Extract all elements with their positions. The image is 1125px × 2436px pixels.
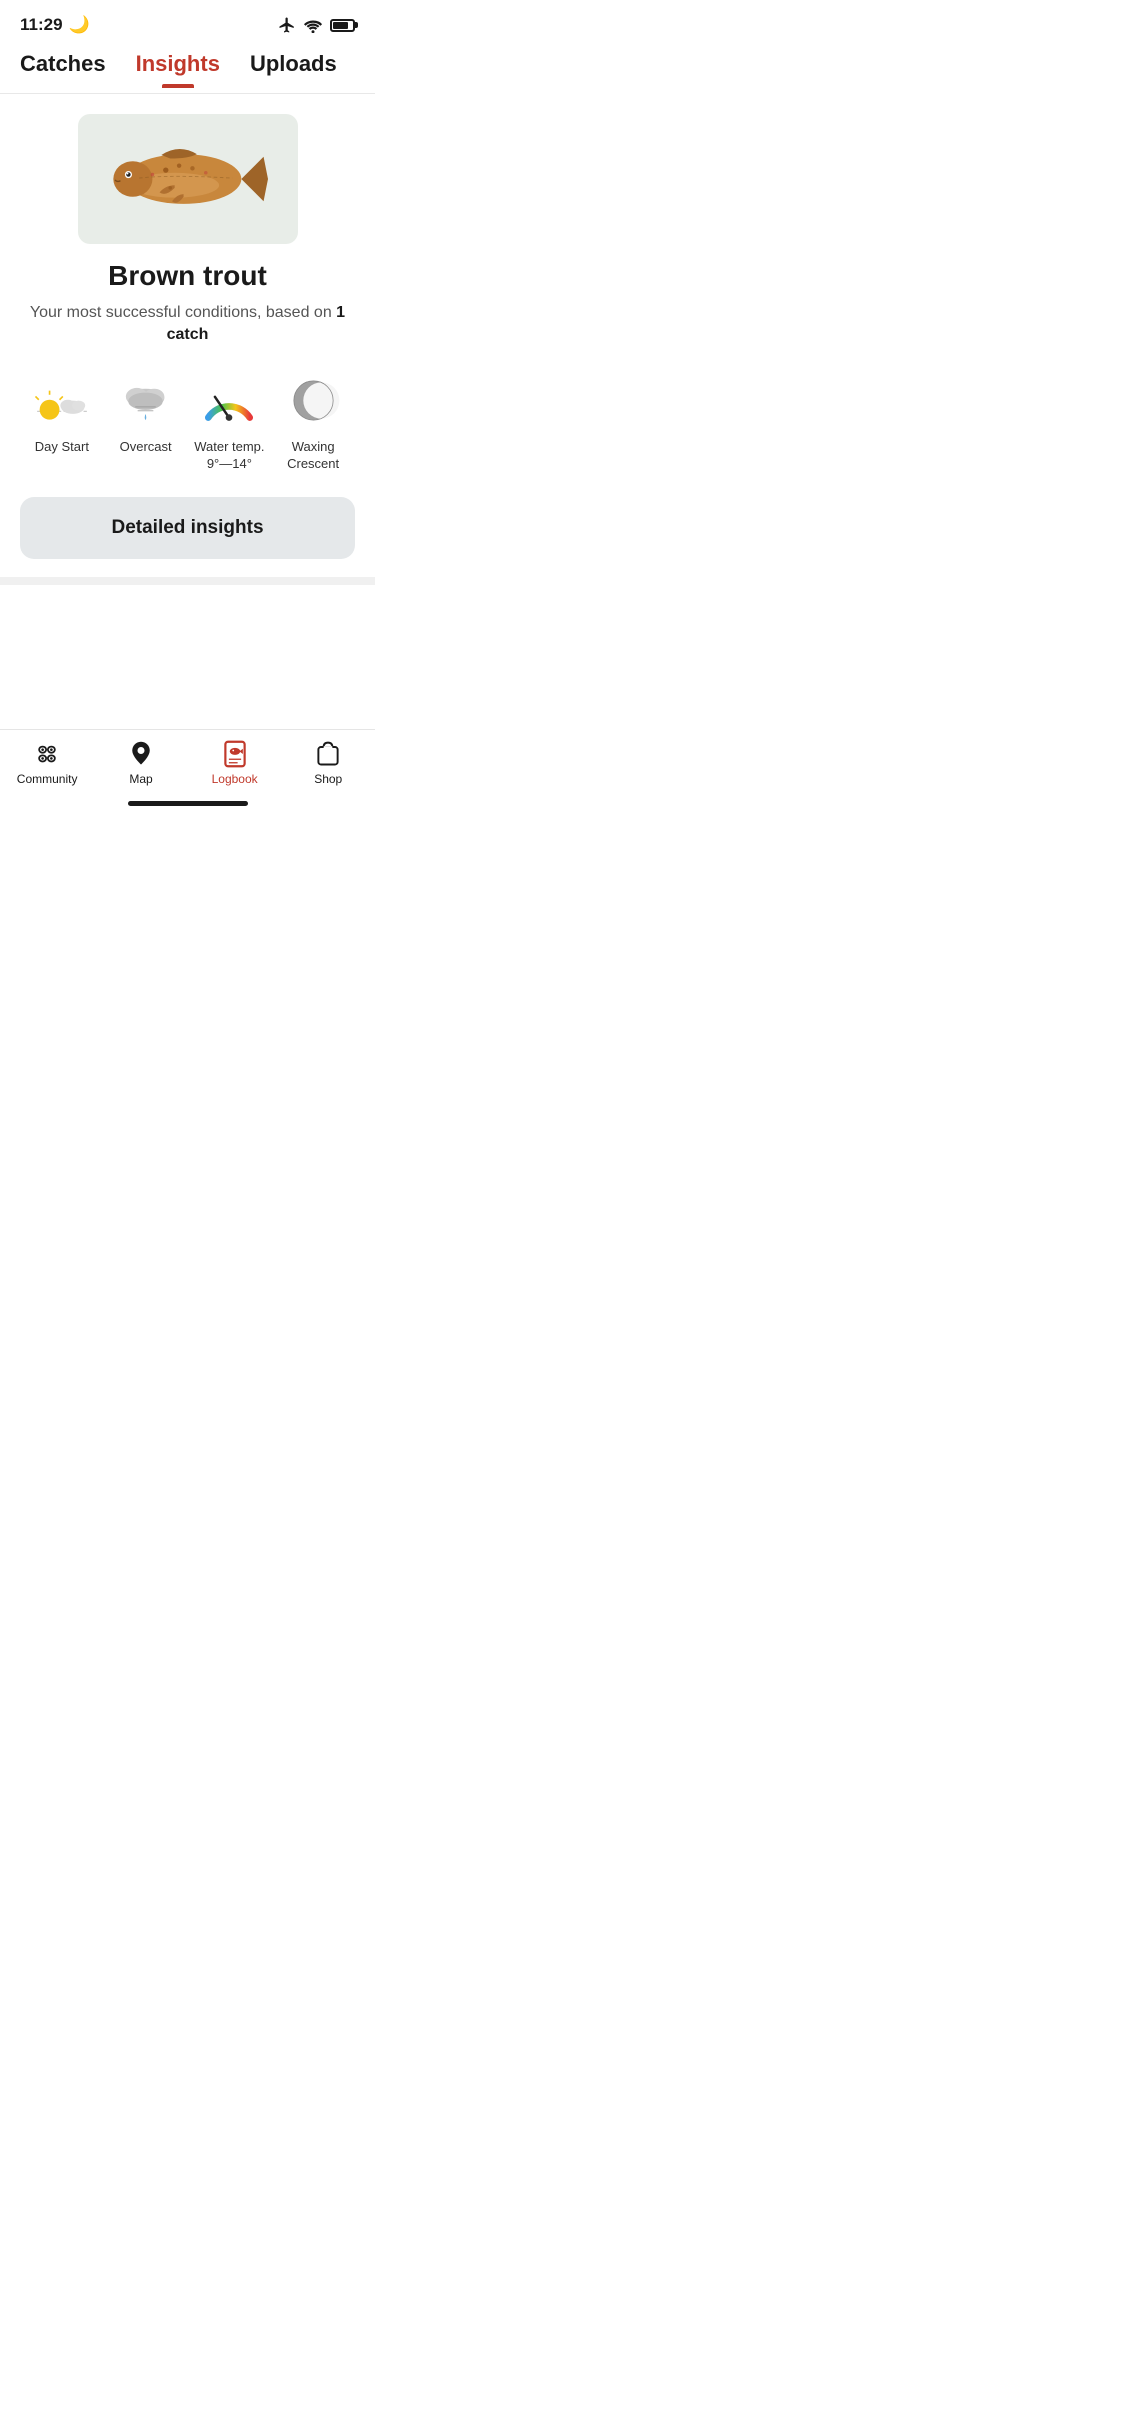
condition-overcast: Overcast [104,371,188,456]
home-indicator [128,801,248,806]
waxing-crescent-label: Waxing Crescent [271,439,355,473]
battery-icon [330,19,355,32]
detailed-insights-button[interactable]: Detailed insights [20,497,355,559]
tab-insights[interactable]: Insights [136,51,220,87]
status-bar: 11:29 🌙 [0,0,375,44]
day-start-label: Day Start [35,439,89,456]
status-time: 11:29 🌙 [20,15,90,35]
overcast-label: Overcast [120,439,172,456]
moon-status-icon: 🌙 [69,15,90,35]
day-start-icon [32,371,92,431]
map-label: Map [129,772,152,786]
conditions-row: Day Start [20,371,355,473]
map-icon [127,740,155,768]
description-text: Your most successful conditions, based o… [30,304,332,321]
condition-day-start: Day Start [20,371,104,456]
community-icon [33,740,61,768]
fish-description: Your most successful conditions, based o… [20,302,355,347]
water-temp-icon [199,371,259,431]
nav-map[interactable]: Map [111,740,171,786]
fish-name: Brown trout [108,260,267,292]
community-label: Community [17,772,78,786]
wifi-icon [304,17,322,33]
nav-shop[interactable]: Shop [298,740,358,786]
logbook-label: Logbook [212,772,258,786]
nav-logbook[interactable]: Logbook [205,740,265,786]
section-divider [0,577,375,585]
fish-card: Brown trout Your most successful conditi… [20,114,355,593]
waxing-crescent-icon [283,371,343,431]
nav-community[interactable]: Community [17,740,78,786]
condition-waxing-crescent: Waxing Crescent [271,371,355,473]
bottom-nav: Community Map Logbook [0,729,375,812]
condition-water-temp: Water temp.9°—14° [188,371,272,473]
fish-illustration [98,139,278,219]
tab-catches[interactable]: Catches [20,51,106,87]
status-icons [278,16,355,34]
top-tabs: Catches Insights Uploads [0,44,375,94]
overcast-icon [116,371,176,431]
main-content: Brown trout Your most successful conditi… [0,94,375,729]
airplane-icon [278,16,296,34]
shop-icon [314,740,342,768]
fish-image-container [78,114,298,244]
tab-uploads[interactable]: Uploads [250,51,337,87]
time-display: 11:29 [20,15,63,35]
logbook-icon [221,740,249,768]
shop-label: Shop [314,772,342,786]
water-temp-label: Water temp.9°—14° [194,439,264,473]
